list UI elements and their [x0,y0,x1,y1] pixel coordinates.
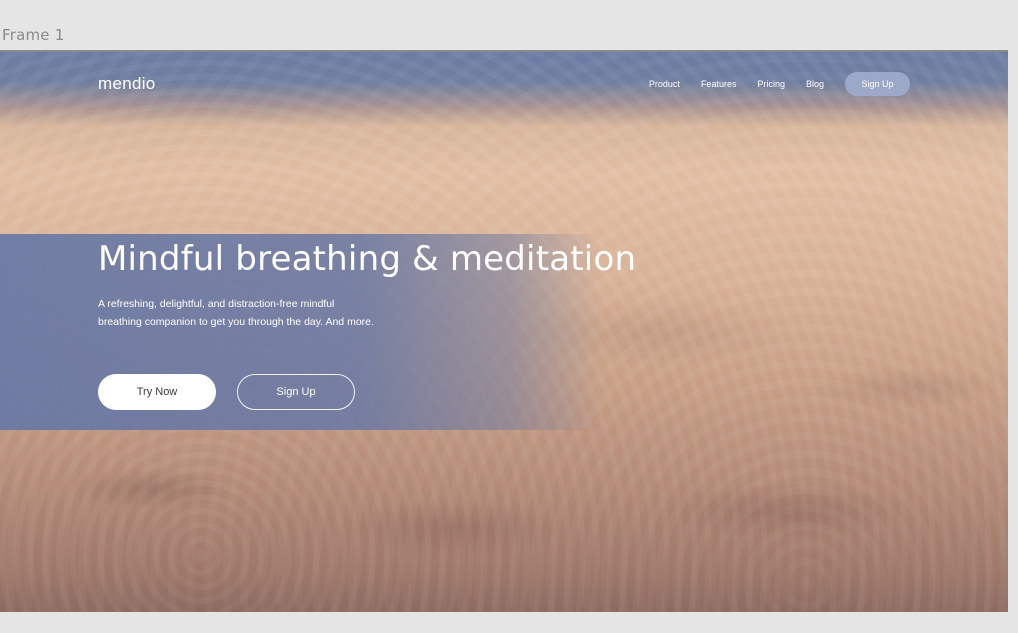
nav-link-product[interactable]: Product [649,79,680,89]
nav-link-pricing[interactable]: Pricing [757,79,785,89]
frame-label[interactable]: Frame 1 [2,26,64,44]
landing-page-frame: mendio Product Features Pricing Blog Sig… [0,50,1008,612]
hero-headline: Mindful breathing & meditation [98,239,637,279]
hero-subtext: A refreshing, delightful, and distractio… [98,295,448,331]
brand-logo[interactable]: mendio [98,74,156,94]
hero-signup-button[interactable]: Sign Up [237,374,355,410]
nav-links: Product Features Pricing Blog Sign Up [649,72,910,96]
design-canvas: Frame 1 mendio Product Features Pricing … [0,0,1018,633]
nav-signup-button[interactable]: Sign Up [845,72,910,96]
try-now-button[interactable]: Try Now [98,374,216,410]
hero-subtext-line-2: breathing companion to get you through t… [98,316,374,328]
nav-link-features[interactable]: Features [701,79,737,89]
hero-subtext-line-1: A refreshing, delightful, and distractio… [98,298,335,310]
top-navigation: mendio Product Features Pricing Blog Sig… [0,52,1008,116]
nav-link-blog[interactable]: Blog [806,79,824,89]
